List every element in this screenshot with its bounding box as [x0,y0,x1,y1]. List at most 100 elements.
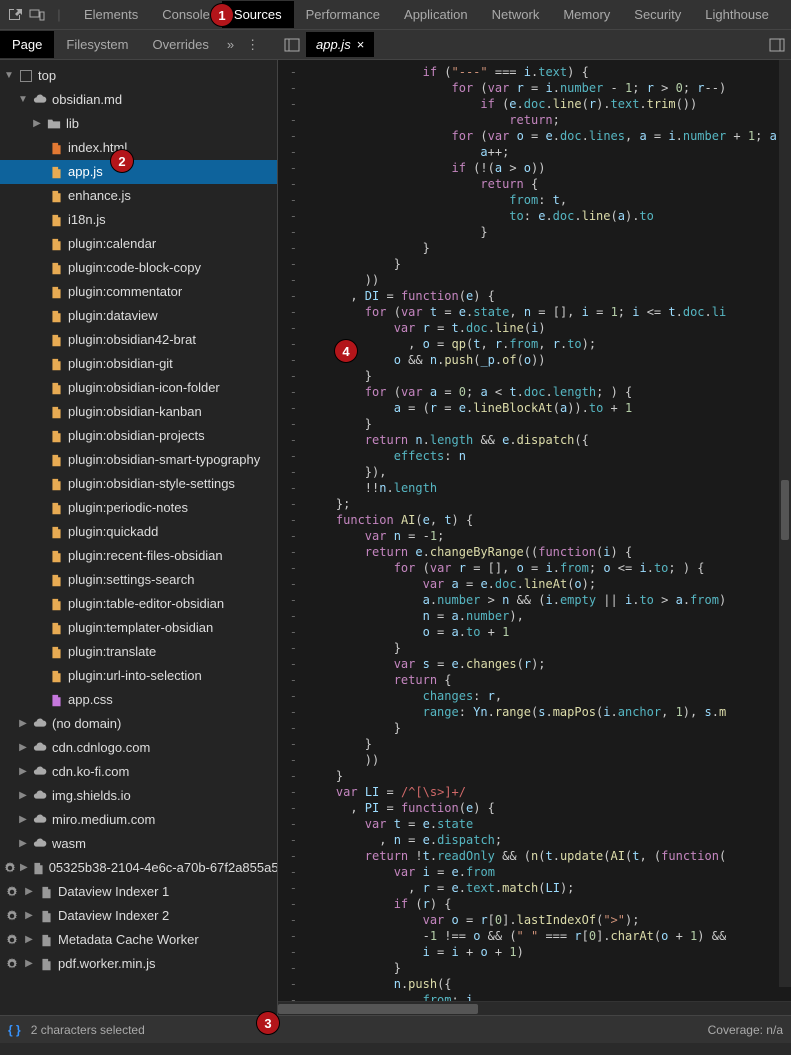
chevron-down-icon: ▼ [4,66,14,86]
file-item[interactable]: plugin:obsidian-icon-folder [0,376,277,400]
file-item[interactable]: plugin:periodic-notes [0,496,277,520]
file-item[interactable]: enhance.js [0,184,277,208]
tree-folder[interactable]: ▶ lib [0,112,277,136]
file-icon [48,188,64,204]
worker-item[interactable]: ▶Dataview Indexer 1 [0,880,277,904]
file-item[interactable]: plugin:dataview [0,304,277,328]
file-item[interactable]: plugin:table-editor-obsidian [0,592,277,616]
chevron-right-icon: ▶ [18,762,28,782]
file-item[interactable]: plugin:obsidian-git [0,352,277,376]
file-item[interactable]: plugin:quickadd [0,520,277,544]
pretty-print-icon[interactable]: { } [8,1023,21,1037]
worker-item[interactable]: ▶ Metadata Cache Worker [0,928,277,952]
file-icon [48,404,64,420]
worker-label: Metadata Cache Worker [58,930,199,950]
domain-item[interactable]: ▶img.shields.io [0,784,277,808]
scrollbar-thumb[interactable] [278,1004,478,1014]
top-tab-network[interactable]: Network [480,1,552,28]
top-tab-security[interactable]: Security [622,1,693,28]
worker-item[interactable]: ▶ 05325b38-2104-4e6c-a70b-67f2a855a5 [0,856,277,880]
file-label: plugin:table-editor-obsidian [68,594,224,614]
sub-tab-overrides[interactable]: Overrides [141,31,221,58]
file-item[interactable]: plugin:translate [0,640,277,664]
debugger-toggle-icon[interactable] [763,33,791,57]
open-file-tab[interactable]: app.js × [306,32,374,57]
sub-tab-filesystem[interactable]: Filesystem [54,31,140,58]
file-label: app.css [68,690,113,710]
file-item[interactable]: i18n.js [0,208,277,232]
sub-tab-page[interactable]: Page [0,31,54,58]
gear-icon [4,932,20,948]
file-label: plugin:translate [68,642,156,662]
file-icon [48,692,64,708]
inspect-element-icon[interactable] [6,6,24,24]
file-navigator[interactable]: ▼ top ▼ obsidian.md ▶ lib index.htmlapp.… [0,60,278,1015]
domain-label: cdn.cdnlogo.com [52,738,150,758]
annotation-marker-4: 4 [335,340,357,362]
domain-item[interactable]: ▶miro.medium.com [0,808,277,832]
file-item[interactable]: plugin:commentator [0,280,277,304]
file-item[interactable]: plugin:templater-obsidian [0,616,277,640]
top-tab-elements[interactable]: Elements [72,1,150,28]
file-label: plugin:obsidian-kanban [68,402,202,422]
cloud-icon [32,788,48,804]
file-icon [48,308,64,324]
code-editor: ----------------------------------------… [278,60,791,1015]
file-item[interactable]: plugin:obsidian-style-settings [0,472,277,496]
file-item[interactable]: app.js [0,160,277,184]
top-tab-application[interactable]: Application [392,1,480,28]
tree-top[interactable]: ▼ top [0,64,277,88]
worker-icon [38,884,54,900]
worker-icon [38,932,54,948]
worker-item[interactable]: ▶Dataview Indexer 2 [0,904,277,928]
file-item[interactable]: plugin:calendar [0,232,277,256]
domain-item[interactable]: ▶(no domain) [0,712,277,736]
tree-label: obsidian.md [52,90,122,110]
file-item[interactable]: plugin:recent-files-obsidian [0,544,277,568]
worker-label: Dataview Indexer 2 [58,906,169,926]
top-tab-performance[interactable]: Performance [294,1,392,28]
gutter: ----------------------------------------… [278,60,303,1001]
device-toolbar-icon[interactable] [28,6,46,24]
more-tabs-icon[interactable]: » [221,33,240,56]
code-area[interactable]: ----------------------------------------… [278,60,791,1001]
domain-item[interactable]: ▶cdn.cdnlogo.com [0,736,277,760]
chevron-right-icon: ▶ [18,810,28,830]
file-item[interactable]: plugin:url-into-selection [0,664,277,688]
annotation-marker-3: 3 [257,1012,279,1034]
file-item[interactable]: plugin:obsidian-kanban [0,400,277,424]
file-label: plugin:quickadd [68,522,158,542]
close-tab-icon[interactable]: × [357,37,365,52]
tree-domain[interactable]: ▼ obsidian.md [0,88,277,112]
worker-label: 05325b38-2104-4e6c-a70b-67f2a855a5 [49,858,277,878]
kebab-menu-icon[interactable]: ⋮ [240,33,265,57]
bottom-scrollbar[interactable] [0,1043,791,1055]
worker-item[interactable]: ▶pdf.worker.min.js [0,952,277,976]
code-content[interactable]: if ("---" === i.text) { for (var r = i.n… [303,60,791,1001]
file-icon [48,164,64,180]
top-tab-memory[interactable]: Memory [551,1,622,28]
file-item[interactable]: plugin:obsidian42-brat [0,328,277,352]
top-tab-lighthouse[interactable]: Lighthouse [693,1,781,28]
file-item[interactable]: plugin:obsidian-smart-typography [0,448,277,472]
file-icon [48,476,64,492]
file-label: i18n.js [68,210,106,230]
file-item[interactable]: plugin:code-block-copy [0,256,277,280]
chevron-right-icon: ▶ [20,858,28,878]
chevron-right-icon: ▶ [24,930,34,950]
scrollbar-thumb[interactable] [781,480,789,540]
chevron-right-icon: ▶ [24,954,34,974]
file-icon [48,140,64,156]
cloud-icon [32,716,48,732]
file-item[interactable]: index.html [0,136,277,160]
file-label: plugin:recent-files-obsidian [68,546,223,566]
file-item[interactable]: plugin:settings-search [0,568,277,592]
domain-item[interactable]: ▶cdn.ko-fi.com [0,760,277,784]
domain-item[interactable]: ▶wasm [0,832,277,856]
file-item[interactable]: app.css [0,688,277,712]
navigator-toggle-icon[interactable] [278,33,306,57]
file-item[interactable]: plugin:obsidian-projects [0,424,277,448]
vertical-scrollbar[interactable] [779,60,791,987]
annotation-marker-2: 2 [111,150,133,172]
horizontal-scrollbar[interactable] [278,1001,791,1015]
